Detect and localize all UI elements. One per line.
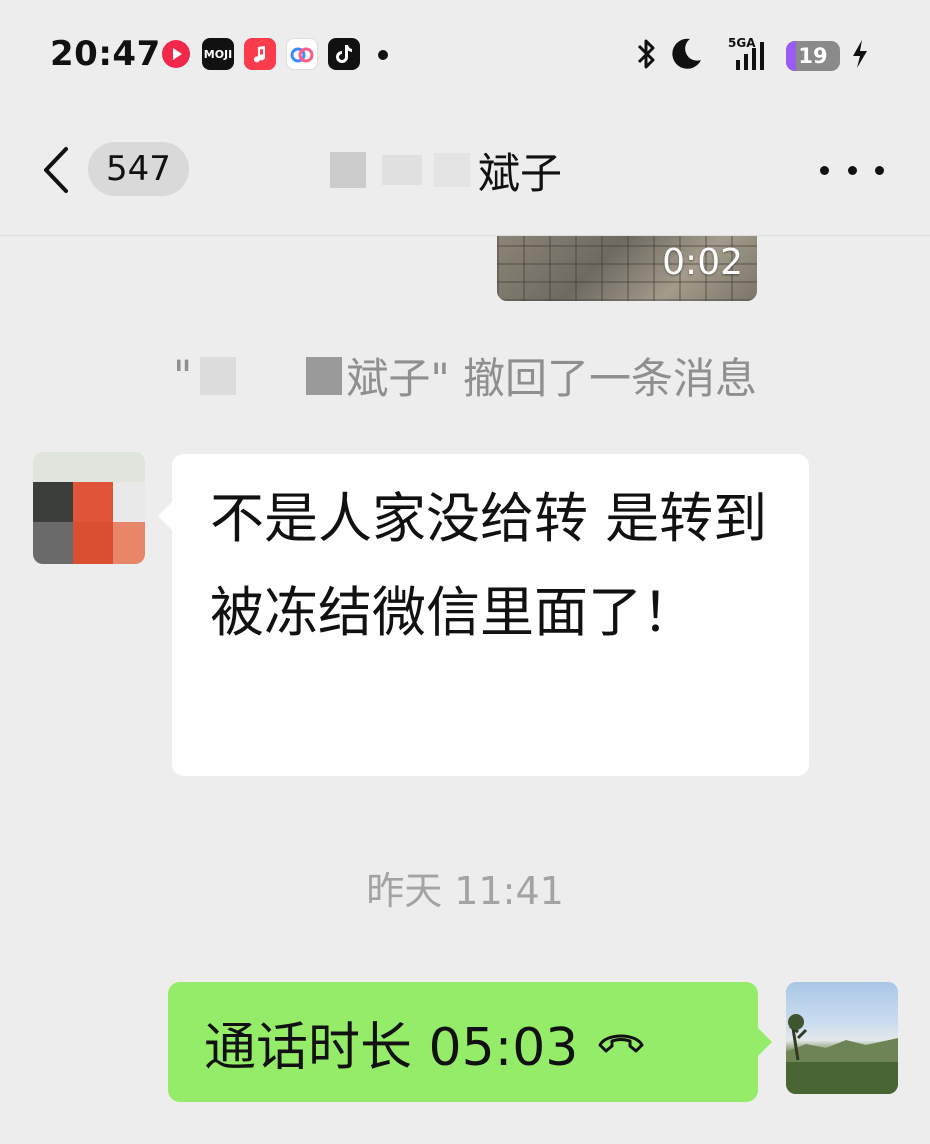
message-timestamp: 昨天 11:41	[366, 869, 564, 913]
blurred-name-part	[330, 152, 366, 188]
incoming-message-bubble[interactable]: 不是人家没给转 是转到被冻结微信里面了！	[158, 454, 809, 776]
blurred-name-part	[382, 155, 422, 185]
blurred-name-part	[200, 356, 237, 395]
call-duration-text: 通话时长 05:03	[204, 1017, 579, 1078]
network-label: 5GA	[728, 36, 756, 50]
chevron-left-icon	[44, 147, 68, 193]
unread-count-badge[interactable]: 547	[88, 142, 189, 196]
status-bar: 20:47 MOJI 5GA 19	[0, 0, 930, 110]
moji-label: MOJI	[203, 47, 233, 61]
status-time: 20:47	[50, 34, 161, 74]
more-options-button[interactable]	[820, 150, 884, 190]
battery-indicator: 19	[786, 41, 840, 71]
video-duration: 0:02	[662, 242, 743, 283]
baidu-netdisk-icon	[286, 38, 318, 70]
chat-title[interactable]: 斌子	[330, 140, 600, 200]
video-message[interactable]: 0:02	[497, 236, 757, 301]
battery-level: 19	[798, 44, 828, 68]
chat-title-text: 斌子	[478, 148, 563, 198]
more-dot-icon	[847, 165, 857, 175]
my-avatar[interactable]	[786, 982, 898, 1094]
more-dot-icon	[820, 165, 829, 175]
incoming-message-text: 不是人家没给转 是转到被冻结微信里面了！	[210, 487, 768, 644]
contact-avatar[interactable]	[33, 452, 145, 564]
landscape-avatar-image	[786, 1014, 898, 1094]
blurred-name-part	[306, 356, 343, 395]
music-app-icon	[244, 38, 276, 70]
blurred-name-part	[434, 153, 470, 187]
do-not-disturb-moon-icon	[668, 34, 704, 74]
signal-5ga-icon: 5GA	[718, 34, 774, 74]
more-dot-icon	[875, 165, 884, 175]
more-notifications-dot	[378, 50, 388, 60]
quote-mark: "	[173, 351, 193, 400]
recall-notice-text: 斌子" 撤回了一条消息	[346, 354, 757, 403]
moji-weather-icon: MOJI	[202, 38, 234, 70]
phone-handset-icon	[596, 1027, 646, 1057]
outgoing-call-bubble[interactable]: 通话时长 05:03	[168, 982, 772, 1102]
chat-header: 547 斌子	[0, 110, 930, 236]
bluetooth-icon	[634, 34, 658, 74]
video-app-icon	[160, 38, 192, 70]
recall-notice: " 斌子" 撤回了一条消息	[0, 345, 930, 415]
charging-bolt-icon	[848, 34, 872, 74]
tiktok-icon	[328, 38, 360, 70]
